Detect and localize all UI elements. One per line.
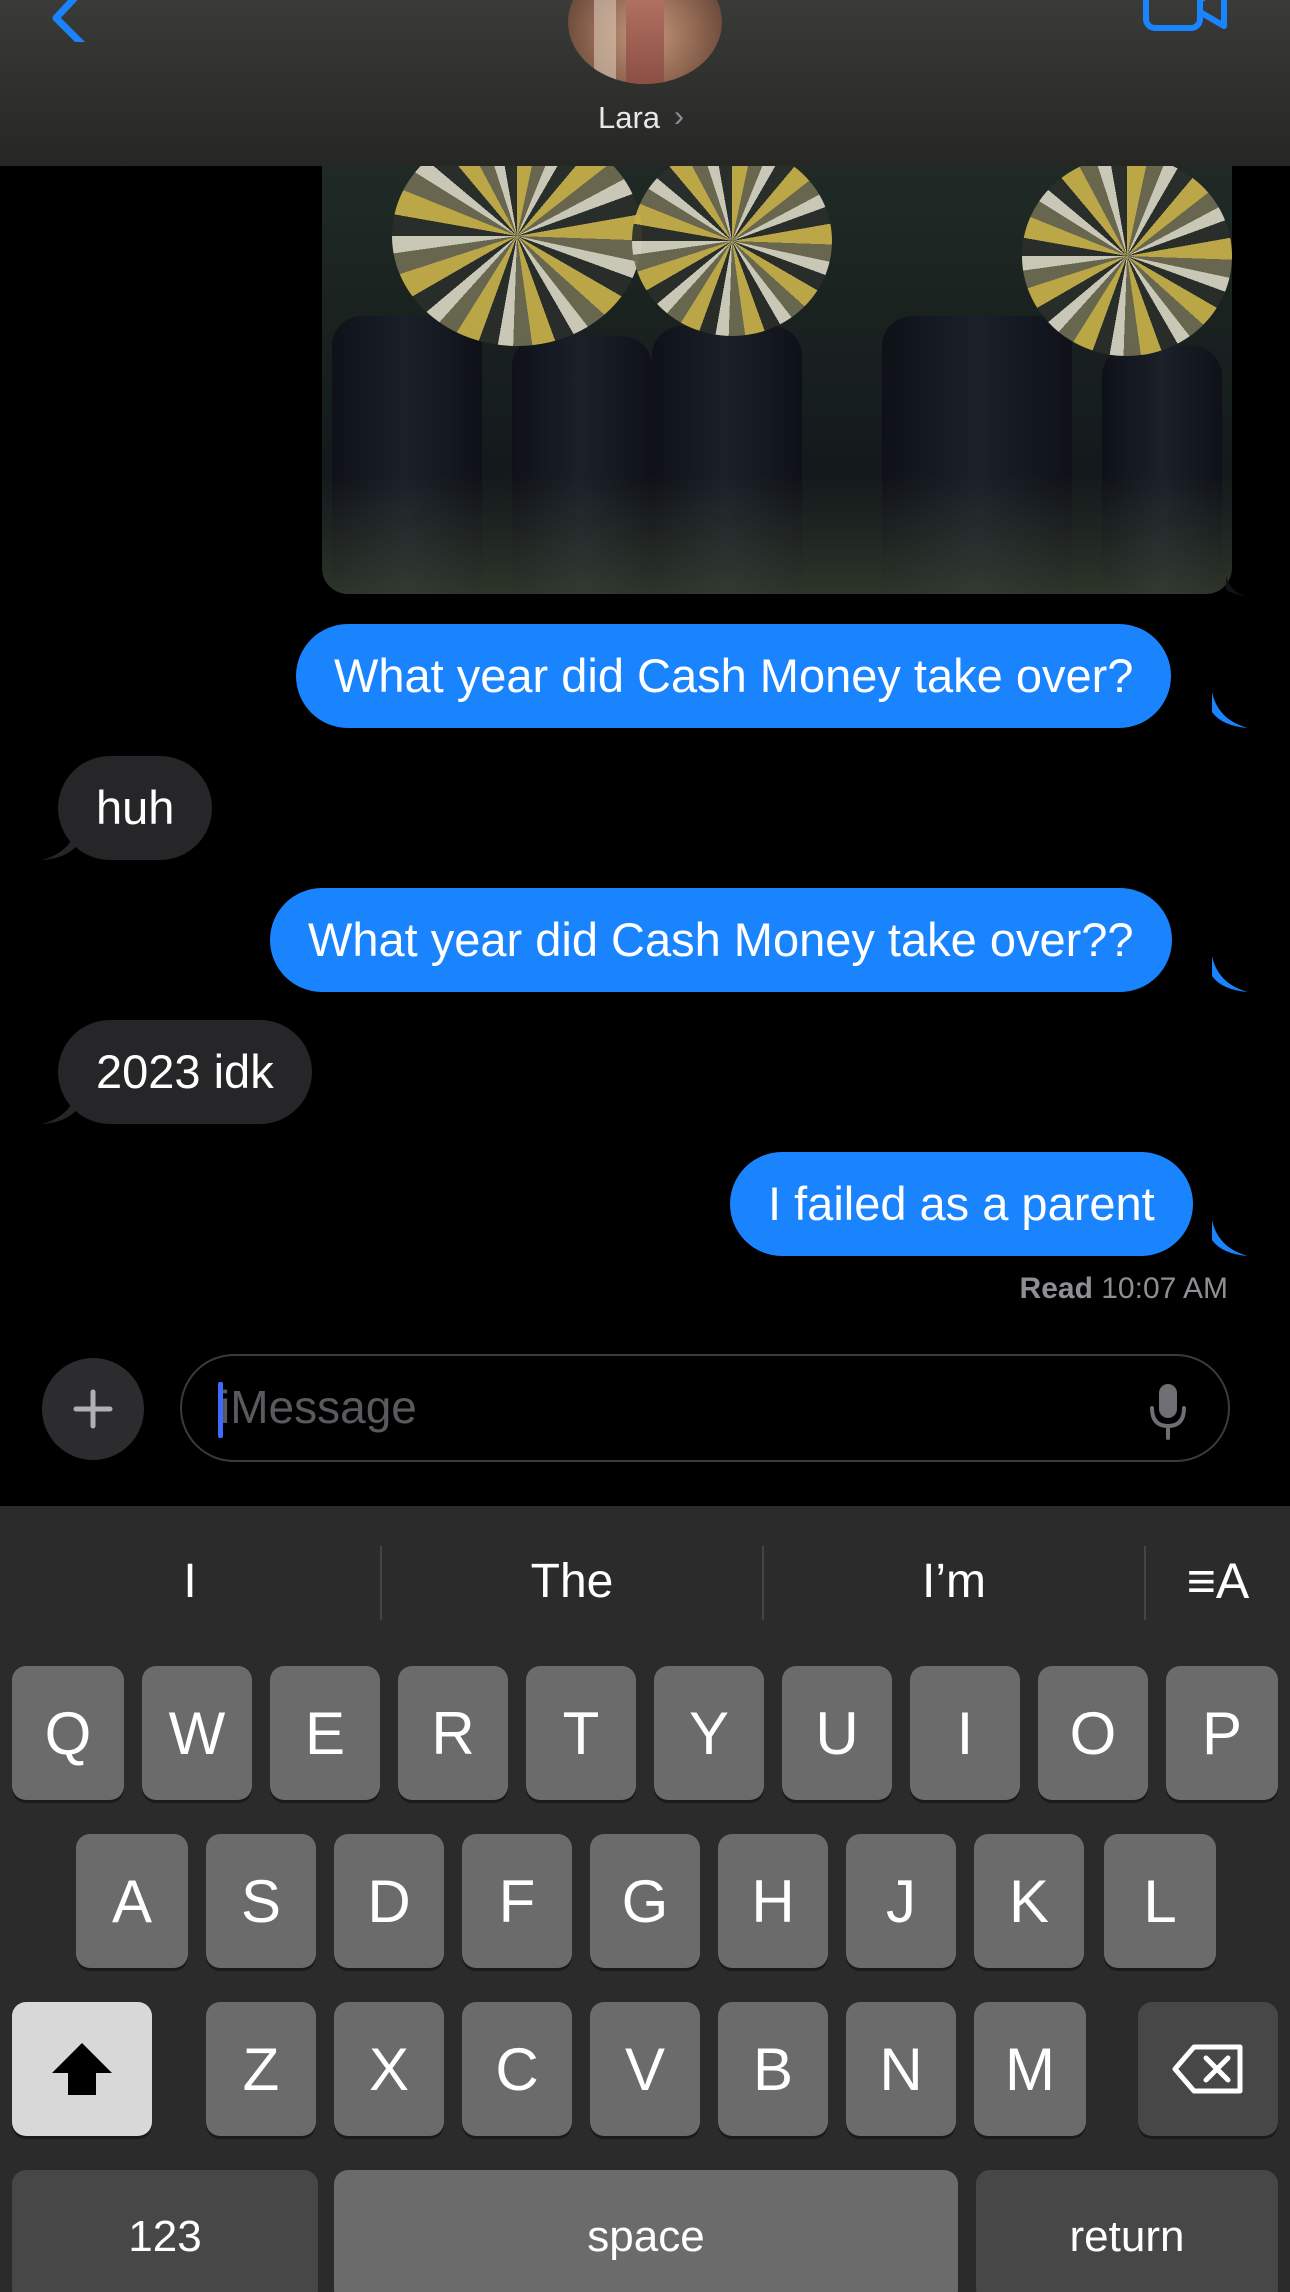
- video-camera-icon[interactable]: [1142, 0, 1228, 32]
- contact-name[interactable]: Lara: [598, 100, 660, 136]
- shift-icon: [52, 2043, 112, 2095]
- bubble-tail: [42, 824, 78, 860]
- received-message[interactable]: huh: [58, 756, 213, 860]
- message-placeholder: iMessage: [220, 1381, 417, 1433]
- avatar[interactable]: [568, 0, 722, 84]
- photo-message[interactable]: [322, 166, 1232, 594]
- message-text: I failed as a parent: [768, 1177, 1155, 1230]
- key-s[interactable]: S: [206, 1834, 316, 1968]
- sent-message[interactable]: What year did Cash Money take over?: [296, 624, 1172, 728]
- key-m[interactable]: M: [974, 2002, 1086, 2136]
- bubble-tail: [1212, 692, 1248, 728]
- bubble-tail: [42, 1088, 78, 1124]
- sent-message[interactable]: I failed as a parent: [730, 1152, 1193, 1256]
- key-g[interactable]: G: [590, 1834, 700, 1968]
- plus-button[interactable]: [42, 1358, 144, 1460]
- suggestion-item[interactable]: I’m: [764, 1506, 1144, 1656]
- key-j[interactable]: J: [846, 1834, 956, 1968]
- key-k[interactable]: K: [974, 1834, 1084, 1968]
- conversation-header: Lara ›: [0, 0, 1290, 166]
- message-text: 2023 idk: [96, 1045, 274, 1098]
- key-q[interactable]: Q: [12, 1666, 124, 1800]
- keyboard: I The I’m ≡A Q W E R T Y U I O P A S D F…: [0, 1506, 1290, 2292]
- key-z[interactable]: Z: [206, 2002, 316, 2136]
- key-y[interactable]: Y: [654, 1666, 764, 1800]
- key-w[interactable]: W: [142, 1666, 252, 1800]
- bubble-tail: [1212, 1220, 1248, 1256]
- key-o[interactable]: O: [1038, 1666, 1148, 1800]
- key-x[interactable]: X: [334, 2002, 444, 2136]
- message-input[interactable]: iMessage: [180, 1354, 1230, 1462]
- return-key[interactable]: return: [976, 2170, 1278, 2292]
- key-t[interactable]: T: [526, 1666, 636, 1800]
- chevron-right-icon[interactable]: ›: [674, 100, 684, 134]
- key-f[interactable]: F: [462, 1834, 572, 1968]
- key-l[interactable]: L: [1104, 1834, 1216, 1968]
- key-u[interactable]: U: [782, 1666, 892, 1800]
- key-e[interactable]: E: [270, 1666, 380, 1800]
- key-c[interactable]: C: [462, 2002, 572, 2136]
- message-text: What year did Cash Money take over??: [308, 913, 1134, 966]
- space-key[interactable]: space: [334, 2170, 958, 2292]
- key-a[interactable]: A: [76, 1834, 188, 1968]
- key-r[interactable]: R: [398, 1666, 508, 1800]
- message-text: huh: [96, 781, 175, 834]
- key-d[interactable]: D: [334, 1834, 444, 1968]
- bubble-tail: [1212, 956, 1248, 992]
- message-text: What year did Cash Money take over?: [334, 649, 1134, 702]
- shift-key[interactable]: [12, 2002, 152, 2136]
- suggestion-item[interactable]: The: [382, 1506, 762, 1656]
- sent-message[interactable]: What year did Cash Money take over??: [270, 888, 1172, 992]
- chevron-left-icon[interactable]: [44, 0, 94, 42]
- read-receipt: Read 10:07 AM: [1020, 1272, 1228, 1306]
- numbers-key[interactable]: 123: [12, 2170, 318, 2292]
- key-i[interactable]: I: [910, 1666, 1020, 1800]
- plus-icon: [73, 1389, 113, 1429]
- microphone-icon[interactable]: [1148, 1382, 1188, 1440]
- key-n[interactable]: N: [846, 2002, 956, 2136]
- read-time: 10:07 AM: [1101, 1272, 1228, 1305]
- key-b[interactable]: B: [718, 2002, 828, 2136]
- key-h[interactable]: H: [718, 1834, 828, 1968]
- text-format-icon[interactable]: ≡A: [1146, 1506, 1290, 1656]
- key-p[interactable]: P: [1166, 1666, 1278, 1800]
- delete-backspace-icon: [1172, 2044, 1243, 2094]
- read-label: Read: [1019, 1272, 1093, 1305]
- delete-key[interactable]: [1138, 2002, 1278, 2136]
- key-v[interactable]: V: [590, 2002, 700, 2136]
- suggestion-item[interactable]: I: [0, 1506, 380, 1656]
- received-message[interactable]: 2023 idk: [58, 1020, 312, 1124]
- bubble-tail: [1226, 576, 1246, 596]
